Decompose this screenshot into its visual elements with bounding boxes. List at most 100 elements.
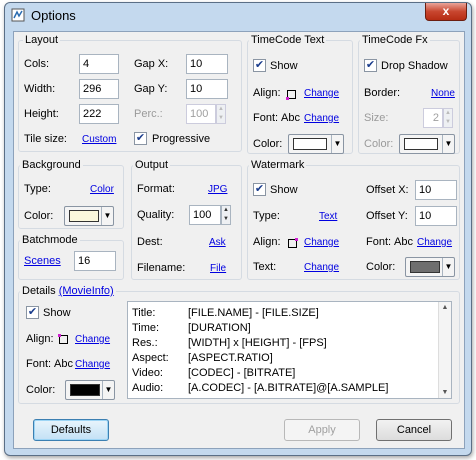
details-value: [DURATION] bbox=[188, 322, 251, 334]
height-input[interactable]: 222 bbox=[79, 104, 119, 124]
details-value: [A.CODEC] - [A.BITRATE]@[A.SAMPLE] bbox=[188, 382, 389, 394]
quality-input[interactable]: 100 bbox=[189, 205, 221, 225]
align-icon bbox=[288, 237, 298, 248]
title-bar[interactable]: Options x bbox=[5, 3, 471, 29]
dest-label: Dest: bbox=[137, 236, 163, 248]
watermark-align-change-link[interactable]: Change bbox=[304, 237, 339, 248]
chevron-down-icon: ▼ bbox=[442, 258, 454, 276]
watermark-align-label: Align: bbox=[253, 236, 281, 248]
border-link[interactable]: None bbox=[431, 88, 455, 99]
gap-x-input[interactable]: 10 bbox=[186, 54, 228, 74]
details-key: Title: bbox=[132, 307, 156, 319]
drop-shadow-checkbox[interactable]: ✔ bbox=[364, 59, 377, 72]
timecode-font-label: Font: bbox=[253, 112, 279, 124]
offset-y-input[interactable]: 10 bbox=[415, 206, 457, 226]
timecode-align-change-link[interactable]: Change bbox=[304, 88, 339, 99]
chevron-down-icon: ▼ bbox=[331, 135, 343, 153]
watermark-color-swatch bbox=[410, 261, 440, 273]
gap-y-input[interactable]: 10 bbox=[186, 79, 228, 99]
apply-button[interactable]: Apply bbox=[284, 419, 360, 441]
layout-group-title: Layout bbox=[23, 34, 61, 46]
fx-color-picker[interactable]: ▼ bbox=[399, 134, 455, 154]
size-spinner[interactable]: ▲ ▼ bbox=[443, 108, 453, 128]
progressive-label: Progressive bbox=[152, 133, 211, 145]
details-scrollbar[interactable]: ▲ ▼ bbox=[438, 302, 451, 398]
timecode-font-change-link[interactable]: Change bbox=[304, 113, 339, 124]
chevron-down-icon: ▼ bbox=[102, 381, 114, 399]
offset-x-label: Offset X: bbox=[366, 184, 409, 196]
chevron-down-icon: ▼ bbox=[442, 135, 454, 153]
timecode-show-label: Show bbox=[270, 60, 298, 72]
watermark-show-checkbox[interactable]: ✔ bbox=[253, 183, 266, 196]
size-label: Size: bbox=[364, 112, 389, 124]
filename-link[interactable]: File bbox=[210, 263, 226, 274]
watermark-font-change-link[interactable]: Change bbox=[417, 237, 452, 248]
timecode-color-picker[interactable]: ▼ bbox=[288, 134, 344, 154]
scenes-input[interactable]: 16 bbox=[74, 251, 116, 271]
timecode-align-label: Align: bbox=[253, 87, 281, 99]
details-color-label: Color: bbox=[26, 384, 56, 396]
close-button[interactable]: x bbox=[425, 3, 467, 21]
cancel-button[interactable]: Cancel bbox=[376, 419, 452, 441]
perc-spinner[interactable]: ▲ ▼ bbox=[216, 104, 226, 124]
background-title: Background bbox=[20, 159, 83, 171]
timecode-font-sample: Abc bbox=[281, 112, 300, 124]
bg-type-link[interactable]: Color bbox=[90, 184, 114, 195]
watermark-type-label: Type: bbox=[253, 210, 280, 222]
timecode-fx-title: TimeCode Fx bbox=[360, 34, 430, 46]
details-template-textarea[interactable]: Title: [FILE.NAME] - [FILE.SIZE] Time: [DU… bbox=[127, 301, 452, 399]
quality-label: Quality: bbox=[137, 209, 175, 221]
watermark-text-label: Text: bbox=[253, 261, 277, 273]
watermark-type-link[interactable]: Text bbox=[319, 211, 337, 222]
size-input[interactable]: 2 bbox=[423, 108, 443, 128]
details-value: [CODEC] - [BITRATE] bbox=[188, 367, 296, 379]
timecode-text-title: TimeCode Text bbox=[249, 34, 327, 46]
output-group: Output Format: JPG Quality: 100 ▲ ▼ Dest:… bbox=[131, 159, 242, 280]
watermark-font-label: Font: bbox=[366, 236, 392, 248]
filename-label: Filename: bbox=[137, 262, 186, 274]
timecode-show-checkbox[interactable]: ✔ bbox=[253, 59, 266, 72]
width-label: Width: bbox=[24, 83, 56, 95]
details-show-checkbox[interactable]: ✔ bbox=[26, 306, 39, 319]
drop-shadow-label: Drop Shadow bbox=[381, 60, 448, 72]
watermark-color-picker[interactable]: ▼ bbox=[405, 257, 455, 277]
cols-input[interactable]: 4 bbox=[79, 54, 119, 74]
watermark-text-change-link[interactable]: Change bbox=[304, 262, 339, 273]
watermark-color-label: Color: bbox=[366, 261, 396, 273]
watermark-group: Watermark ✔ Show Type: Text Align: Chang… bbox=[247, 159, 460, 280]
scroll-up-icon[interactable]: ▲ bbox=[439, 304, 451, 311]
details-align-change-link[interactable]: Change bbox=[75, 334, 110, 345]
details-color-swatch bbox=[70, 384, 100, 396]
fx-color-swatch bbox=[404, 138, 438, 150]
details-font-change-link[interactable]: Change bbox=[75, 359, 110, 370]
details-group: Details (MovieInfo) ✔ Show Align: Change… bbox=[18, 285, 460, 404]
tile-size-link[interactable]: Custom bbox=[82, 134, 116, 145]
movieinfo-link[interactable]: (MovieInfo) bbox=[59, 285, 114, 297]
layout-group: Layout Cols: 4 Width: 296 Height: 222 Ti… bbox=[18, 34, 242, 152]
scroll-down-icon[interactable]: ▼ bbox=[439, 389, 451, 396]
bg-color-picker[interactable]: ▼ bbox=[64, 206, 114, 226]
offset-x-input[interactable]: 10 bbox=[415, 180, 457, 200]
details-key: Aspect: bbox=[132, 352, 169, 364]
output-title: Output bbox=[133, 159, 171, 171]
format-link[interactable]: JPG bbox=[208, 184, 227, 195]
bg-color-swatch bbox=[69, 210, 99, 222]
offset-y-label: Offset Y: bbox=[366, 210, 408, 222]
quality-spinner[interactable]: ▲ ▼ bbox=[221, 205, 231, 225]
timecode-color-label: Color: bbox=[253, 138, 283, 150]
perc-input[interactable]: 100 bbox=[186, 104, 216, 124]
details-color-picker[interactable]: ▼ bbox=[65, 380, 115, 400]
width-input[interactable]: 296 bbox=[79, 79, 119, 99]
scenes-link[interactable]: Scenes bbox=[24, 255, 61, 267]
dest-link[interactable]: Ask bbox=[209, 237, 226, 248]
bg-color-label: Color: bbox=[24, 210, 54, 222]
details-key: Audio: bbox=[132, 382, 164, 394]
client-area: Layout Cols: 4 Width: 296 Height: 222 Ti… bbox=[13, 31, 465, 449]
perc-label: Perc.: bbox=[134, 108, 163, 120]
background-group: Background Type: Color Color: ▼ bbox=[18, 159, 124, 229]
timecode-text-group: TimeCode Text ✔ Show Align: Change Font:… bbox=[247, 34, 353, 154]
batchmode-title: Batchmode bbox=[20, 234, 80, 246]
defaults-button[interactable]: Defaults bbox=[33, 419, 109, 441]
progressive-checkbox[interactable]: ✔ bbox=[134, 132, 147, 145]
details-align-label: Align: bbox=[26, 333, 54, 345]
